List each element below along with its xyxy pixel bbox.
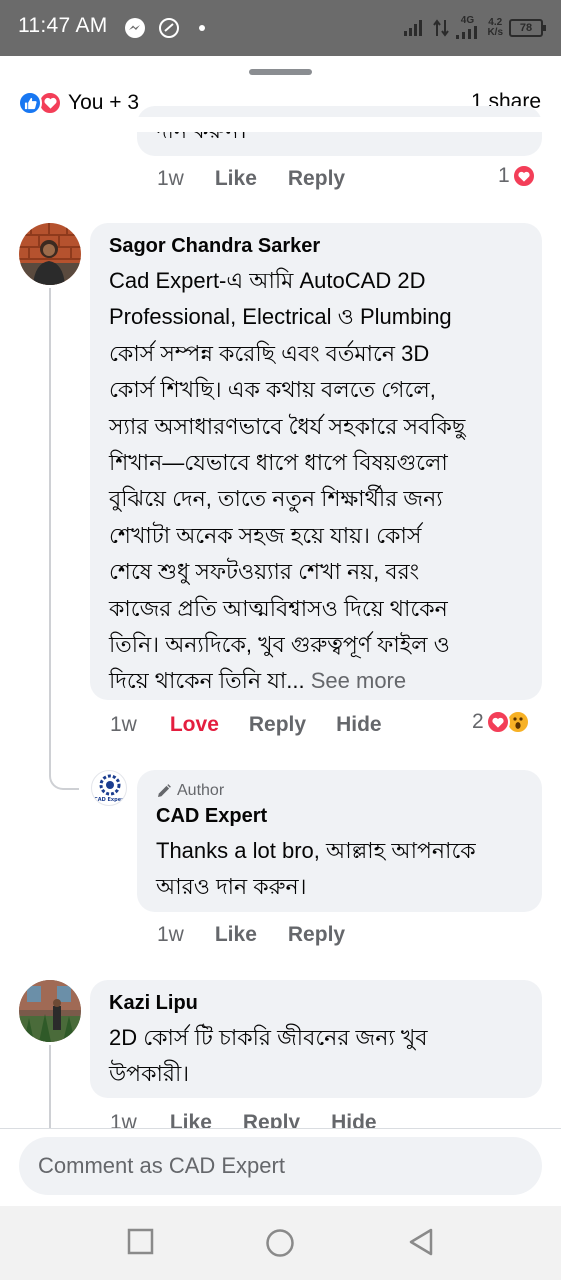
network-type: 4G <box>460 15 475 26</box>
battery-icon: 78 <box>509 19 546 37</box>
comment-line: স্যার অসাধারণভাবে ধৈর্য সহকারে সবকিছু <box>109 413 466 439</box>
commenter-name[interactable]: Sagor Chandra Sarker <box>109 235 320 258</box>
comment-line: তিনি। অন্যদিকে, খুব গুরুত্বপূর্ণ ফাইল ও <box>109 632 450 658</box>
recent-apps-button[interactable] <box>127 1228 154 1255</box>
like-button[interactable]: Like <box>215 167 257 191</box>
comment-line: শেখাটা অনেক সহজ হয়ে যায়। কোর্স <box>109 522 422 548</box>
comment-line-last: দিয়ে থাকেন তিনি যা... See more <box>109 663 465 699</box>
love-reaction-icon <box>485 710 510 734</box>
composer: Comment as CAD Expert <box>0 1129 561 1206</box>
messenger-icon <box>125 18 145 38</box>
avatar[interactable] <box>19 980 81 1042</box>
comment-actions-clipped: 1w Like Reply Hide <box>110 1108 550 1128</box>
comment-actions: 1w Like Reply <box>157 164 345 194</box>
pencil-icon <box>158 784 171 797</box>
comment-line: দিয়ে থাকেন তিনি যা... <box>109 668 305 694</box>
reply-actions: 1w Like Reply <box>157 920 345 950</box>
comment-text: Cad Expert-এ আমি AutoCAD 2D Professional… <box>109 263 465 700</box>
comment-line: কোর্স সম্পন্ন করেছি এবং বর্তমানে 3D <box>109 340 430 366</box>
comment-actions: 1w Like Reply Hide <box>110 1108 377 1128</box>
reply-button[interactable]: Reply <box>288 923 345 947</box>
comment-time: 1w <box>157 923 184 946</box>
comment-bubble: Kazi Lipu 2D কোর্স টি চাকরি জীবনের জন্য … <box>90 980 542 1098</box>
status-time: 11:47 AM <box>18 14 108 37</box>
reaction-count-number: 1 <box>498 164 510 187</box>
status-bar: 11:47 AM 4G 4.2 K/s 78 <box>0 0 561 56</box>
reactions-text: You + 3 <box>68 91 140 114</box>
hide-button[interactable]: Hide <box>331 1111 377 1128</box>
avatar[interactable] <box>19 223 81 285</box>
page-logo-avatar[interactable]: CAD Expert <box>91 770 127 806</box>
comment-line: Cad Expert-এ আমি AutoCAD 2D <box>109 268 426 293</box>
comment-text: 2D কোর্স টি চাকরি জীবনের জন্য খুব উপকারী… <box>109 1020 428 1093</box>
comment-input[interactable]: Comment as CAD Expert <box>19 1137 542 1195</box>
comment-line: কাজের প্রতি আত্মবিশ্বাসও দিয়ে থাকেন <box>109 595 448 621</box>
reply-button[interactable]: Reply <box>249 713 306 737</box>
status-right: 4G 4.2 K/s 78 <box>403 14 546 42</box>
comment-line: উপকারী। <box>109 1061 190 1087</box>
see-more-link[interactable]: See more <box>311 668 406 693</box>
comment-line: কোর্স শিখছি। এক কথায় বলতে গেলে, <box>109 377 436 403</box>
reaction-count[interactable]: 1 <box>498 164 536 188</box>
reply-button[interactable]: Reply <box>243 1111 300 1128</box>
like-reaction-icon <box>18 91 42 115</box>
notification-dot <box>199 25 205 31</box>
commenter-name[interactable]: Kazi Lipu <box>109 992 198 1015</box>
speed-unit: K/s <box>487 27 503 38</box>
comment-line: বুঝিয়ে দেন, তাতে নতুন শিক্ষার্থীর জন্য <box>109 486 443 512</box>
signal-icon <box>404 20 423 36</box>
home-button[interactable] <box>265 1228 295 1258</box>
like-button[interactable]: Like <box>215 923 257 947</box>
reply-button[interactable]: Reply <box>288 167 345 191</box>
love-reaction-icon <box>511 164 536 188</box>
thread-line <box>49 288 51 775</box>
reactions-summary[interactable]: You + 3 <box>18 90 139 116</box>
love-button[interactable]: Love <box>170 713 219 737</box>
comment-line: শেষে শুধু সফটওয়্যার শেখা নয়, বরং <box>109 559 420 585</box>
battery-level: 78 <box>519 22 533 34</box>
author-badge-label: Author <box>177 782 225 799</box>
signal-icon-2 <box>456 26 478 39</box>
reply-bubble: Author CAD Expert Thanks a lot bro, আল্ল… <box>137 770 542 912</box>
back-button[interactable] <box>408 1228 434 1256</box>
reply-text: Thanks a lot bro, আল্লাহ আপনাকে আরও দান … <box>156 833 476 906</box>
author-badge: Author <box>156 782 224 800</box>
data-arrows-icon <box>433 19 450 37</box>
comment-line: 2D কোর্স টি চাকরি জীবনের জন্য খুব <box>109 1025 428 1050</box>
comment-line: শিখান—যেভাবে ধাপে ধাপে বিষয়গুলো <box>109 450 448 476</box>
scroll-mask <box>0 117 561 132</box>
commenter-name[interactable]: CAD Expert <box>156 805 267 828</box>
thread-line-curve <box>49 772 79 790</box>
comment-time: 1w <box>110 1111 137 1128</box>
comment-line: আরও দান করুন। <box>156 874 307 900</box>
comment-bubble: Sagor Chandra Sarker Cad Expert-এ আমি Au… <box>90 223 542 700</box>
comment-actions: 1w Love Reply Hide <box>110 710 382 740</box>
system-nav-bar <box>0 1206 561 1280</box>
hide-button[interactable]: Hide <box>336 713 382 737</box>
thread-line <box>49 1045 51 1128</box>
logo-text: CAD Expert <box>94 797 127 803</box>
comment-line: Professional, Electrical ও Plumbing <box>109 304 452 330</box>
comment-line: Thanks a lot bro, আল্লাহ আপনাকে <box>156 838 476 863</box>
drag-handle[interactable] <box>249 69 312 75</box>
reaction-count[interactable]: 2 <box>472 710 530 734</box>
comment-time: 1w <box>110 713 137 736</box>
reaction-count-number: 2 <box>472 710 484 733</box>
data-saver-icon <box>159 18 179 38</box>
like-button[interactable]: Like <box>170 1111 212 1128</box>
comment-time: 1w <box>157 167 184 190</box>
